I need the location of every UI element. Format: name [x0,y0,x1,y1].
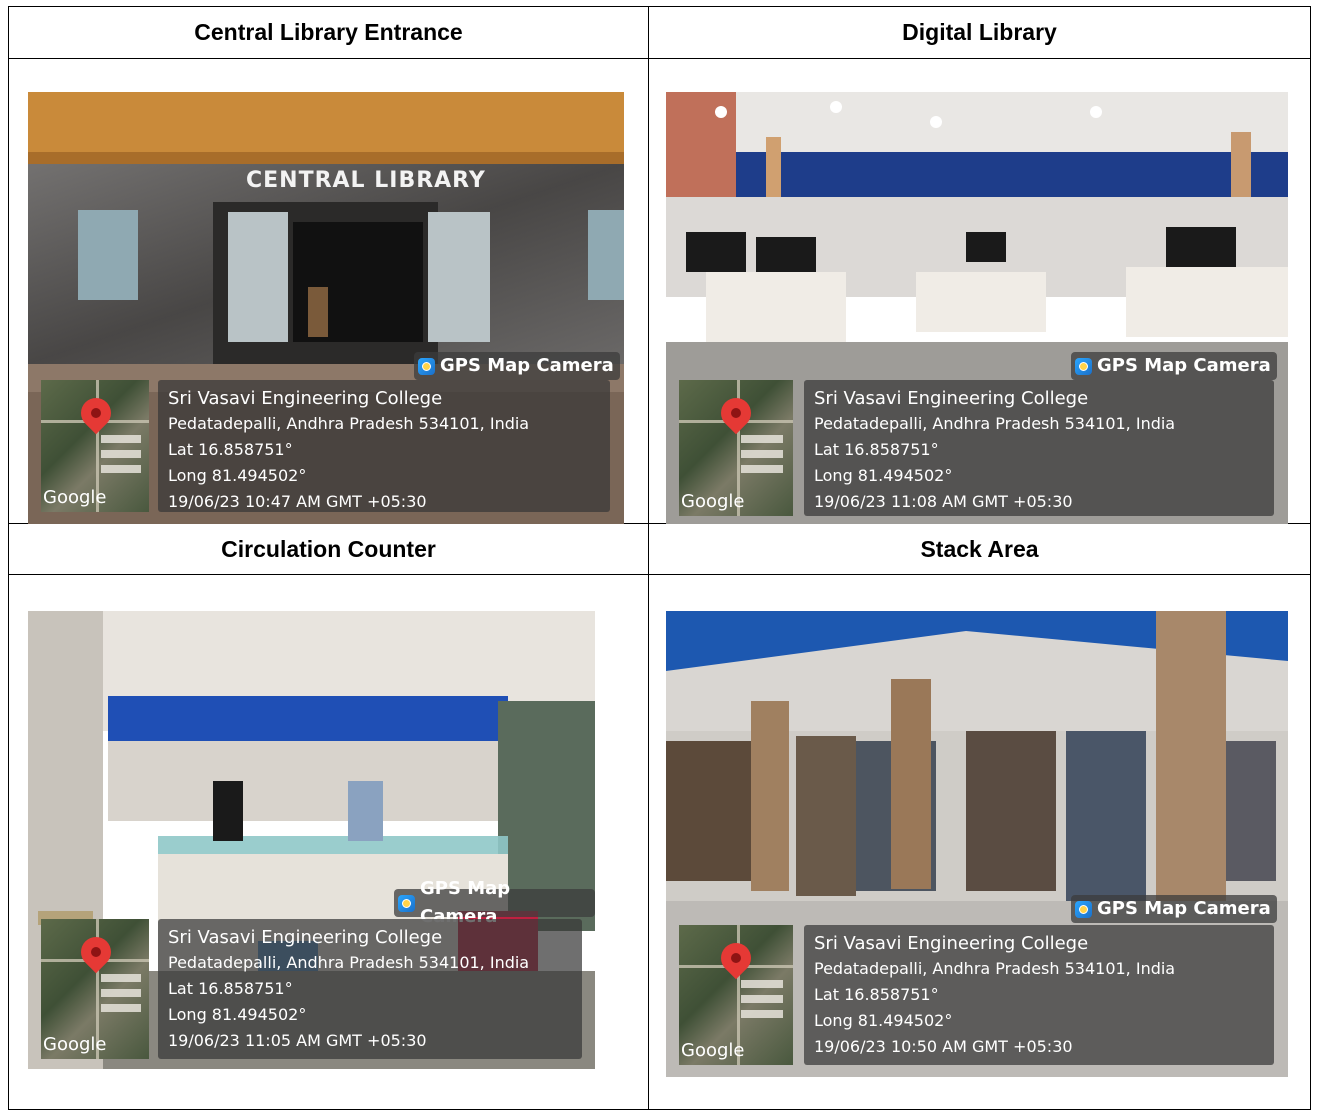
gps-map-camera-tag: GPS Map Camera [394,878,595,927]
map-pin-icon [74,930,118,974]
longitude: Long 81.494502° [168,466,307,485]
longitude: Long 81.494502° [814,1011,953,1030]
gps-tag-label: GPS Map Camera [1097,355,1271,376]
map-pin-icon [74,391,118,435]
cell-title-digital-library: Digital Library [902,19,1057,45]
gps-info-box: Sri Vasavi Engineering College Pedatadep… [158,919,582,1059]
satellite-map-thumbnail: Google [41,919,149,1059]
satellite-map-thumbnail: Google [679,925,793,1065]
cell-title-circulation-counter: Circulation Counter [221,536,436,562]
gps-tag-label: GPS Map Camera [440,355,614,376]
map-pin-icon [714,936,758,980]
gps-info-box: Sri Vasavi Engineering College Pedatadep… [804,380,1274,516]
gps-map-camera-tag: GPS Map Camera [414,352,620,380]
address: Pedatadepalli, Andhra Pradesh 534101, In… [814,959,1176,978]
photo-central-library-entrance: CENTRAL LIBRARY GPS Map Camera Google Sr… [28,92,624,524]
latitude: Lat 16.858751° [814,985,939,1004]
row-divider [9,58,1310,59]
latitude: Lat 16.858751° [168,440,293,459]
central-library-sign: CENTRAL LIBRARY [246,168,486,193]
address: Pedatadepalli, Andhra Pradesh 534101, In… [168,414,530,433]
gps-map-camera-tag: GPS Map Camera [1071,895,1277,923]
cell-title-central-library-entrance: Central Library Entrance [194,19,463,45]
latitude: Lat 16.858751° [814,440,939,459]
gps-map-camera-icon [418,357,435,375]
satellite-map-thumbnail: Google [41,380,149,512]
google-logo: Google [43,1034,107,1055]
google-logo: Google [43,487,107,508]
longitude: Long 81.494502° [814,466,953,485]
photo-stack-area: GPS Map Camera Google Sri Vasavi Enginee… [666,611,1288,1077]
photo-circulation-counter: GPS Map Camera Google Sri Vasavi Enginee… [28,611,595,1069]
place-name: Sri Vasavi Engineering College [814,933,1089,954]
photo-table: Central Library Entrance Digital Library… [8,6,1311,1110]
gps-map-camera-icon [1075,357,1092,375]
place-name: Sri Vasavi Engineering College [814,388,1089,409]
satellite-map-thumbnail: Google [679,380,793,516]
timestamp: 19/06/23 11:08 AM GMT +05:30 [814,492,1073,511]
cell-title-stack-area: Stack Area [920,536,1039,562]
latitude: Lat 16.858751° [168,979,293,998]
google-logo: Google [681,491,745,512]
timestamp: 19/06/23 10:47 AM GMT +05:30 [168,492,427,511]
place-name: Sri Vasavi Engineering College [168,388,443,409]
gps-map-camera-tag: GPS Map Camera [1071,352,1277,380]
gps-tag-label: GPS Map Camera [1097,898,1271,919]
address: Pedatadepalli, Andhra Pradesh 534101, In… [168,953,530,972]
gps-map-camera-icon [1075,900,1092,918]
gps-map-camera-icon [398,894,415,912]
longitude: Long 81.494502° [168,1005,307,1024]
google-logo: Google [681,1040,745,1061]
row-divider [9,574,1310,575]
address: Pedatadepalli, Andhra Pradesh 534101, In… [814,414,1176,433]
gps-info-box: Sri Vasavi Engineering College Pedatadep… [804,925,1274,1065]
map-pin-icon [714,391,758,435]
timestamp: 19/06/23 11:05 AM GMT +05:30 [168,1031,427,1050]
photo-digital-library: GPS Map Camera Google Sri Vasavi Enginee… [666,92,1288,524]
timestamp: 19/06/23 10:50 AM GMT +05:30 [814,1037,1073,1056]
gps-info-box: Sri Vasavi Engineering College Pedatadep… [158,380,610,512]
place-name: Sri Vasavi Engineering College [168,927,443,948]
